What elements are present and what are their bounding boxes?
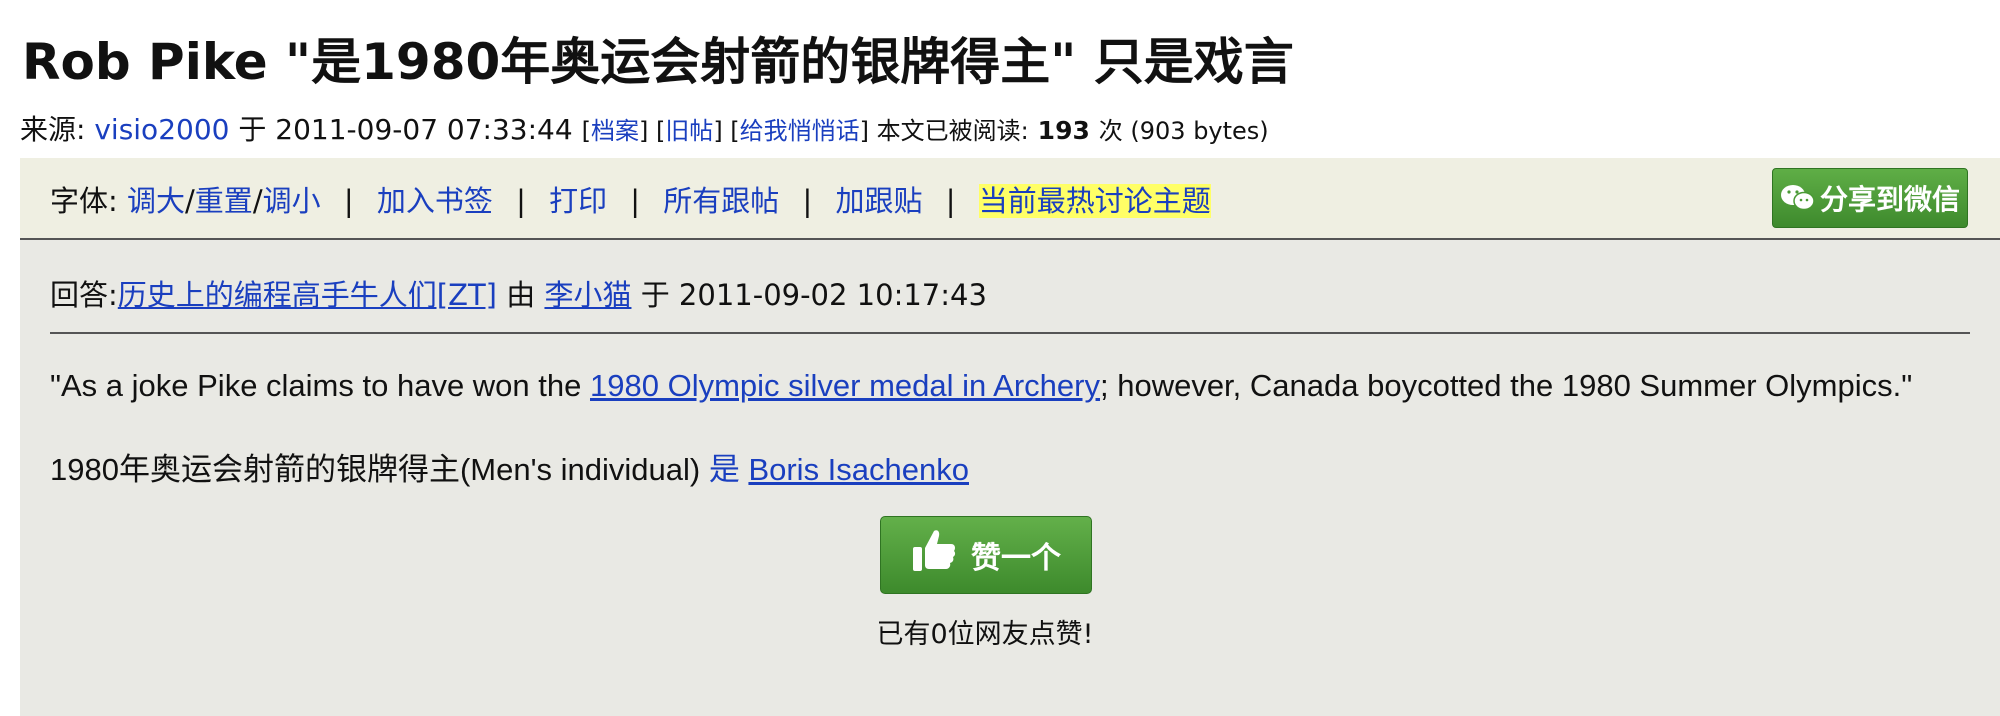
toolbar: 字体: 调大/重置/调小 | 加入书签 | 打印 | 所有跟帖 | 加跟贴 | …: [20, 158, 2000, 240]
post-content: 回答:历史上的编程高手牛人们[ZT] 由 李小猫 于 2011-09-02 10…: [20, 240, 2000, 716]
whisper-link[interactable]: 给我悄悄话: [740, 117, 860, 145]
archive-link[interactable]: 档案: [591, 117, 639, 145]
thread-title-link[interactable]: 历史上的编程高手牛人们[ZT]: [118, 278, 497, 312]
font-enlarge-link[interactable]: 调大: [127, 184, 185, 218]
like-button[interactable]: 赞一个: [880, 516, 1092, 594]
share-wechat-label: 分享到微信: [1819, 183, 1960, 216]
toolbar-divider: |: [630, 184, 641, 218]
hot-topics-link[interactable]: 当前最热讨论主题: [978, 184, 1211, 218]
toolbar-divider: |: [516, 184, 526, 218]
font-reset-link[interactable]: 重置: [195, 184, 253, 218]
divider: [50, 332, 1970, 334]
slash-divider: /: [185, 184, 195, 218]
source-label: 来源:: [20, 113, 86, 146]
para2-shi: 是: [708, 452, 740, 487]
para1-text-before: "As a joke Pike claims to have won the: [50, 368, 590, 403]
boris-isachenko-link[interactable]: Boris Isachenko: [748, 452, 969, 487]
read-suffix: 次 (903 bytes): [1098, 117, 1269, 145]
print-link[interactable]: 打印: [549, 184, 607, 218]
reply-line: 回答:历史上的编程高手牛人们[ZT] 由 李小猫 于 2011-09-02 10…: [50, 272, 987, 314]
like-button-label: 赞一个: [971, 541, 1061, 576]
reply-by: 由: [506, 278, 536, 312]
post-datetime: 2011-09-07 07:33:44: [275, 113, 573, 146]
para2-text-before: 1980年奥运会射箭的银牌得主(Men's individual): [50, 452, 709, 487]
olympic-medal-link[interactable]: 1980 Olympic silver medal in Archery: [590, 368, 1100, 403]
slash-divider: /: [252, 184, 263, 218]
body-paragraph-1: "As a joke Pike claims to have won the 1…: [50, 368, 1912, 404]
font-size-label: 字体:: [50, 184, 118, 218]
font-shrink-link[interactable]: 调小: [263, 184, 321, 218]
meta-links: [档案] [旧帖] [给我悄悄话] 本文已被阅读:: [581, 117, 1029, 145]
read-label: 本文已被阅读:: [876, 117, 1029, 145]
para1-text-after: ; however, Canada boycotted the 1980 Sum…: [1099, 368, 1913, 403]
toolbar-tools: 字体: 调大/重置/调小 | 加入书签 | 打印 | 所有跟帖 | 加跟贴 | …: [50, 178, 1211, 220]
reply-author-link[interactable]: 李小猫: [544, 278, 631, 312]
post-meta: 来源: visio2000 于 2011-09-07 07:33:44 [档案]…: [20, 108, 1269, 148]
toolbar-divider: |: [945, 184, 956, 218]
bookmark-link[interactable]: 加入书签: [377, 184, 493, 218]
toolbar-divider: |: [802, 184, 813, 218]
old-posts-link[interactable]: 旧帖: [665, 117, 713, 145]
reply-at: 于: [640, 278, 670, 312]
all-followups-link[interactable]: 所有跟帖: [663, 184, 779, 218]
page-title: Rob Pike "是1980年奥运会射箭的银牌得主" 只是戏言: [22, 33, 1294, 91]
author-link[interactable]: visio2000: [94, 113, 229, 146]
thumbs-up-icon: [911, 527, 957, 583]
add-followup-link[interactable]: 加跟贴: [836, 184, 923, 218]
body-paragraph-2: 1980年奥运会射箭的银牌得主(Men's individual) 是 Bori…: [50, 444, 969, 489]
like-count: 已有0位网友点赞!: [876, 619, 1094, 650]
reply-prefix: 回答:: [50, 278, 118, 312]
read-count: 193: [1037, 116, 1090, 145]
wechat-icon: [1780, 183, 1816, 213]
share-wechat-button[interactable]: 分享到微信: [1772, 168, 1968, 228]
date-prefix: 于: [238, 113, 267, 146]
toolbar-divider: |: [343, 184, 354, 218]
reply-datetime: 2011-09-02 10:17:43: [678, 278, 987, 312]
